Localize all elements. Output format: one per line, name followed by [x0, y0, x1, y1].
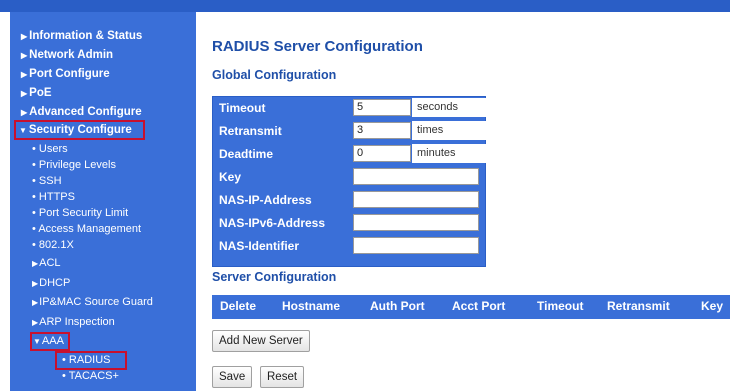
- col-key: Key: [701, 299, 724, 313]
- bullet-icon: •: [32, 239, 36, 251]
- nav-access-management[interactable]: • Access Management: [32, 223, 141, 235]
- caret-right-icon: ▶: [21, 32, 28, 41]
- col-acct-port: Acct Port: [452, 299, 506, 313]
- deadtime-label: Deadtime: [219, 147, 274, 161]
- caret-right-icon: ▶: [32, 259, 39, 268]
- deadtime-input[interactable]: 0: [353, 145, 411, 162]
- nav-port-configure[interactable]: ▶ Port Configure: [21, 68, 110, 80]
- nas-identifier-label: NAS-Identifier: [219, 239, 300, 253]
- server-table-header: Delete Hostname Auth Port Acct Port Time…: [212, 295, 730, 319]
- page-title: RADIUS Server Configuration: [212, 38, 423, 55]
- timeout-input[interactable]: 5: [353, 99, 411, 116]
- nas-ip-address-input[interactable]: [353, 191, 479, 208]
- sidebar-nav: ▶ Information & Status ▶ Network Admin ▶ Po…: [10, 12, 196, 391]
- deadtime-unit: minutes: [417, 147, 456, 159]
- caret-right-icon: ▶: [21, 89, 28, 98]
- key-input[interactable]: [353, 168, 479, 185]
- nav-poe[interactable]: ▶ PoE: [21, 87, 52, 99]
- nav-https[interactable]: • HTTPS: [32, 191, 75, 203]
- nav-aaa[interactable]: ▼AAA: [33, 335, 64, 347]
- add-new-server-button[interactable]: Add New Server: [212, 330, 310, 352]
- top-bar: [0, 0, 730, 12]
- nav-arp-inspection[interactable]: ▶ARP Inspection: [32, 316, 115, 328]
- nas-identifier-input[interactable]: [353, 237, 479, 254]
- deadtime-unit-cell: minutes: [412, 144, 486, 163]
- global-config-title: Global Configuration: [212, 68, 337, 82]
- bullet-icon: •: [62, 370, 66, 382]
- caret-right-icon: ▶: [21, 51, 28, 60]
- key-label: Key: [219, 170, 242, 184]
- nav-802-1x[interactable]: • 802.1X: [32, 239, 74, 251]
- nav-users[interactable]: • Users: [32, 143, 68, 155]
- col-delete: Delete: [220, 299, 257, 313]
- col-auth-port: Auth Port: [370, 299, 425, 313]
- bullet-icon: •: [32, 223, 36, 235]
- caret-down-icon: ▼: [19, 126, 27, 135]
- nav-port-security-limit[interactable]: • Port Security Limit: [32, 207, 128, 219]
- server-config-title: Server Configuration: [212, 270, 337, 284]
- caret-right-icon: ▶: [21, 70, 28, 79]
- retransmit-unit-cell: times: [412, 121, 486, 140]
- caret-right-icon: ▶: [21, 108, 28, 117]
- caret-down-icon: ▼: [33, 337, 41, 346]
- bullet-icon: •: [32, 207, 36, 219]
- nav-information-status[interactable]: ▶ Information & Status: [21, 30, 142, 42]
- caret-right-icon: ▶: [32, 279, 39, 288]
- global-config-table: Timeout 5 seconds Retransmit 3 times Dea…: [212, 96, 486, 267]
- nav-advanced-configure[interactable]: ▶ Advanced Configure: [21, 106, 142, 118]
- app-frame: ▶ Information & Status ▶ Network Admin ▶ Po…: [0, 0, 730, 391]
- main-content: RADIUS Server Configuration Global Confi…: [212, 12, 730, 391]
- nas-ipv6-address-input[interactable]: [353, 214, 479, 231]
- bullet-icon: •: [32, 191, 36, 203]
- nav-dhcp[interactable]: ▶DHCP: [32, 277, 70, 289]
- retransmit-label: Retransmit: [219, 124, 282, 138]
- bullet-icon: •: [32, 143, 36, 155]
- col-hostname: Hostname: [282, 299, 341, 313]
- retransmit-input[interactable]: 3: [353, 122, 411, 139]
- retransmit-unit: times: [417, 124, 444, 136]
- nav-security-configure[interactable]: ▼ Security Configure: [19, 124, 132, 136]
- caret-right-icon: ▶: [32, 318, 39, 327]
- nas-ip-address-label: NAS-IP-Address: [219, 193, 312, 207]
- timeout-label: Timeout: [219, 101, 266, 115]
- bullet-icon: •: [32, 159, 36, 171]
- nav-network-admin[interactable]: ▶ Network Admin: [21, 49, 113, 61]
- timeout-unit-cell: seconds: [412, 98, 486, 117]
- caret-right-icon: ▶: [32, 298, 39, 307]
- bullet-icon: •: [32, 175, 36, 187]
- nav-ip-mac-source-guard[interactable]: ▶IP&MAC Source Guard: [32, 296, 153, 308]
- col-retransmit: Retransmit: [607, 299, 670, 313]
- bullet-icon: •: [62, 354, 66, 366]
- nav-tacacs[interactable]: • TACACS+: [62, 370, 119, 382]
- nav-radius[interactable]: • RADIUS: [62, 354, 110, 366]
- nav-privilege-levels[interactable]: • Privilege Levels: [32, 159, 116, 171]
- timeout-unit: seconds: [417, 101, 458, 113]
- nas-ipv6-address-label: NAS-IPv6-Address: [219, 216, 326, 230]
- reset-button[interactable]: Reset: [260, 366, 305, 388]
- col-timeout: Timeout: [537, 299, 584, 313]
- save-button[interactable]: Save: [212, 366, 253, 388]
- nav-acl[interactable]: ▶ACL: [32, 257, 61, 269]
- nav-ssh[interactable]: • SSH: [32, 175, 62, 187]
